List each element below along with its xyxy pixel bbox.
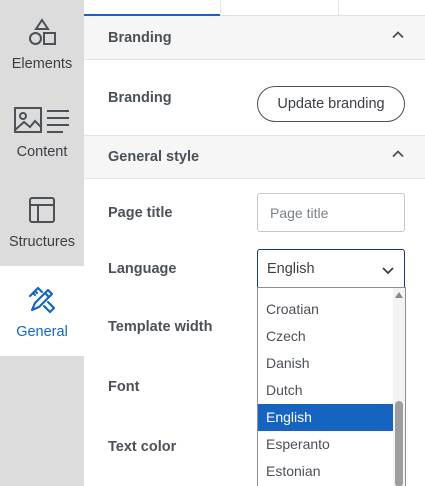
rail-item-content[interactable]: Content (0, 86, 84, 176)
chevron-down-icon (381, 263, 395, 277)
tab-active[interactable] (84, 0, 220, 16)
dropdown-scrollbar[interactable] (393, 288, 405, 486)
language-dropdown-list[interactable]: Croatian Czech Danish Dutch English Espe… (257, 287, 406, 486)
pencil-ruler-icon (25, 283, 59, 317)
layout-icon (25, 193, 59, 227)
general-style-section-header[interactable]: General style (84, 135, 425, 179)
chevron-up-icon (391, 147, 405, 161)
tab[interactable] (220, 0, 338, 16)
dropdown-option[interactable]: Czech (258, 323, 394, 350)
page-title-label: Page title (108, 205, 173, 221)
section-title: General style (108, 149, 200, 165)
language-label: Language (108, 261, 177, 277)
update-branding-button[interactable]: Update branding (257, 86, 405, 122)
rail-item-elements[interactable]: Elements (0, 0, 84, 86)
branding-section-header[interactable]: Branding (84, 16, 425, 60)
app: Elements Content Structures General Bran… (0, 0, 425, 486)
language-select[interactable]: English (257, 249, 405, 289)
rail-item-structures[interactable]: Structures (0, 176, 84, 266)
dropdown-option[interactable]: Esperanto (258, 431, 394, 458)
dropdown-option[interactable]: Croatian (258, 296, 394, 323)
content-icon (13, 103, 71, 137)
divider (84, 135, 425, 136)
template-width-label: Template width (108, 319, 213, 335)
left-rail: Elements Content Structures General (0, 0, 84, 486)
language-select-value: English (267, 261, 315, 277)
text-color-label: Text color (108, 439, 177, 455)
scroll-up-arrow-icon[interactable] (395, 292, 403, 298)
dropdown-option-selected[interactable]: English (258, 404, 394, 431)
dropdown-option[interactable]: Danish (258, 350, 394, 377)
dropdown-option[interactable]: Estonian (258, 458, 394, 485)
rail-item-label: Structures (8, 233, 76, 250)
rail-item-label: General (16, 323, 68, 340)
tab[interactable] (338, 0, 425, 16)
tab-strip (84, 0, 425, 16)
page-title-input[interactable] (257, 193, 405, 232)
font-label: Font (108, 379, 140, 395)
rail-item-label: Content (16, 143, 68, 160)
shapes-icon (25, 15, 59, 49)
chevron-up-icon (391, 28, 405, 42)
rail-item-label: Elements (11, 55, 73, 72)
section-title: Branding (108, 30, 172, 46)
rail-item-general[interactable]: General (0, 266, 84, 356)
scrollbar-thumb[interactable] (395, 401, 403, 486)
dropdown-option[interactable]: Dutch (258, 377, 394, 404)
language-options: Croatian Czech Danish Dutch English Espe… (258, 296, 394, 485)
settings-panel: Branding Branding Update branding Genera… (84, 16, 425, 486)
branding-label: Branding (108, 90, 172, 106)
